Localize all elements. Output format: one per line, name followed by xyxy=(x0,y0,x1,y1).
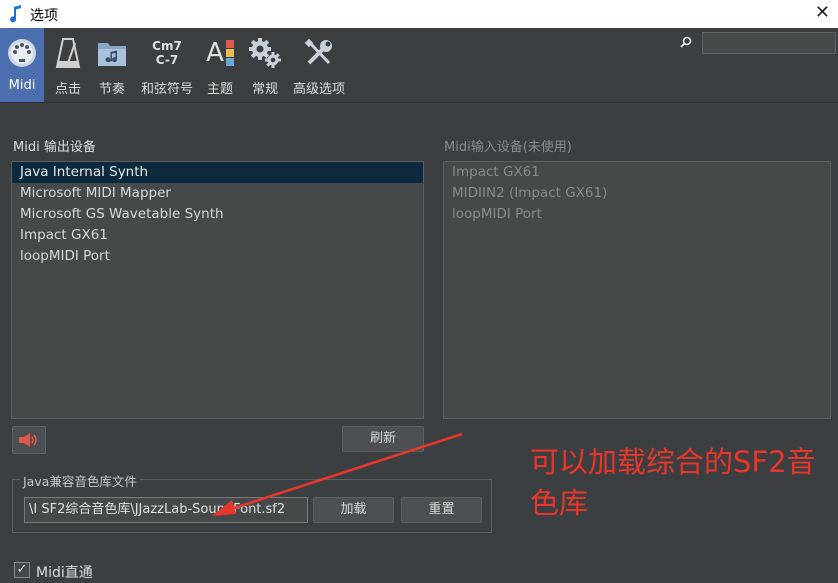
tab-general[interactable]: 常规 xyxy=(244,28,286,102)
title-bar: 选项 ✕ xyxy=(0,0,838,28)
midi-in-list: Impact GX61 MIDIIN2 (Impact GX61) loopMI… xyxy=(443,161,831,419)
annotation-text: 可以加载综合的SF2音色库 xyxy=(530,445,816,520)
list-item: Impact GX61 xyxy=(452,164,540,180)
tab-label: 常规 xyxy=(251,82,278,97)
load-button[interactable]: 加载 xyxy=(313,497,394,523)
tab-label: 主题 xyxy=(206,82,233,97)
music-folder-icon xyxy=(92,34,132,72)
music-note-icon xyxy=(10,5,21,23)
tab-theme[interactable]: A 主题 xyxy=(200,28,240,102)
tab-label: 和弦符号 xyxy=(140,82,193,97)
speaker-icon xyxy=(19,433,37,447)
metronome-icon xyxy=(48,34,88,72)
tab-click[interactable]: 点击 xyxy=(48,28,88,102)
list-item[interactable]: Impact GX61 xyxy=(12,225,423,246)
search-input[interactable] xyxy=(702,32,836,54)
midi-in-label: Midi输入设备(未使用) xyxy=(444,140,572,155)
tab-midi[interactable]: Midi xyxy=(0,28,44,102)
list-item[interactable]: Microsoft MIDI Mapper xyxy=(12,183,423,204)
list-item[interactable]: loopMIDI Port xyxy=(12,246,423,267)
refresh-button[interactable]: 刷新 xyxy=(342,426,424,452)
midi-port-icon xyxy=(0,34,44,72)
test-sound-button[interactable] xyxy=(12,426,46,454)
midi-thru-label: Midi直通 xyxy=(36,565,93,581)
soundbank-path-field[interactable]: \I SF2综合音色库\JJazzLab-SoundFont.sf2 xyxy=(24,497,308,523)
gears-icon xyxy=(244,34,286,72)
reset-button[interactable]: 重置 xyxy=(401,497,482,523)
list-item[interactable]: Java Internal Synth xyxy=(12,162,423,183)
midi-out-list[interactable]: Java Internal Synth Microsoft MIDI Mappe… xyxy=(11,161,424,419)
list-item: MIDIIN2 (Impact GX61) xyxy=(452,185,608,201)
options-toolbar: Midi 点击 节奏 Cm7 C-7 和弦符号 A 主题 常规 高级选项 xyxy=(0,28,838,103)
list-item: loopMIDI Port xyxy=(452,206,542,222)
midi-out-label: Midi 输出设备 xyxy=(13,140,96,155)
tab-label: Midi xyxy=(8,78,36,93)
theme-glyph: A xyxy=(206,38,224,68)
tools-icon xyxy=(288,34,350,72)
tab-rhythm[interactable]: 节奏 xyxy=(92,28,132,102)
tab-label: 点击 xyxy=(54,82,81,97)
tab-label: 节奏 xyxy=(98,82,125,97)
tab-label: 高级选项 xyxy=(292,82,345,97)
chord-symbol-icon: Cm7 C-7 xyxy=(134,34,200,72)
midi-thru-checkbox[interactable]: ✓ xyxy=(14,562,30,578)
window-title: 选项 xyxy=(30,8,58,24)
search-icon xyxy=(680,36,692,48)
tab-chord-symbols[interactable]: Cm7 C-7 和弦符号 xyxy=(134,28,200,102)
chord-symbol-bottom: C-7 xyxy=(155,53,179,67)
list-item[interactable]: Microsoft GS Wavetable Synth xyxy=(12,204,423,225)
tab-advanced[interactable]: 高级选项 xyxy=(288,28,350,102)
theme-icon: A xyxy=(200,34,240,72)
close-icon[interactable]: ✕ xyxy=(815,2,830,23)
chord-symbol-top: Cm7 xyxy=(152,39,182,53)
soundbank-title: Java兼容音色库文件 xyxy=(20,471,140,490)
